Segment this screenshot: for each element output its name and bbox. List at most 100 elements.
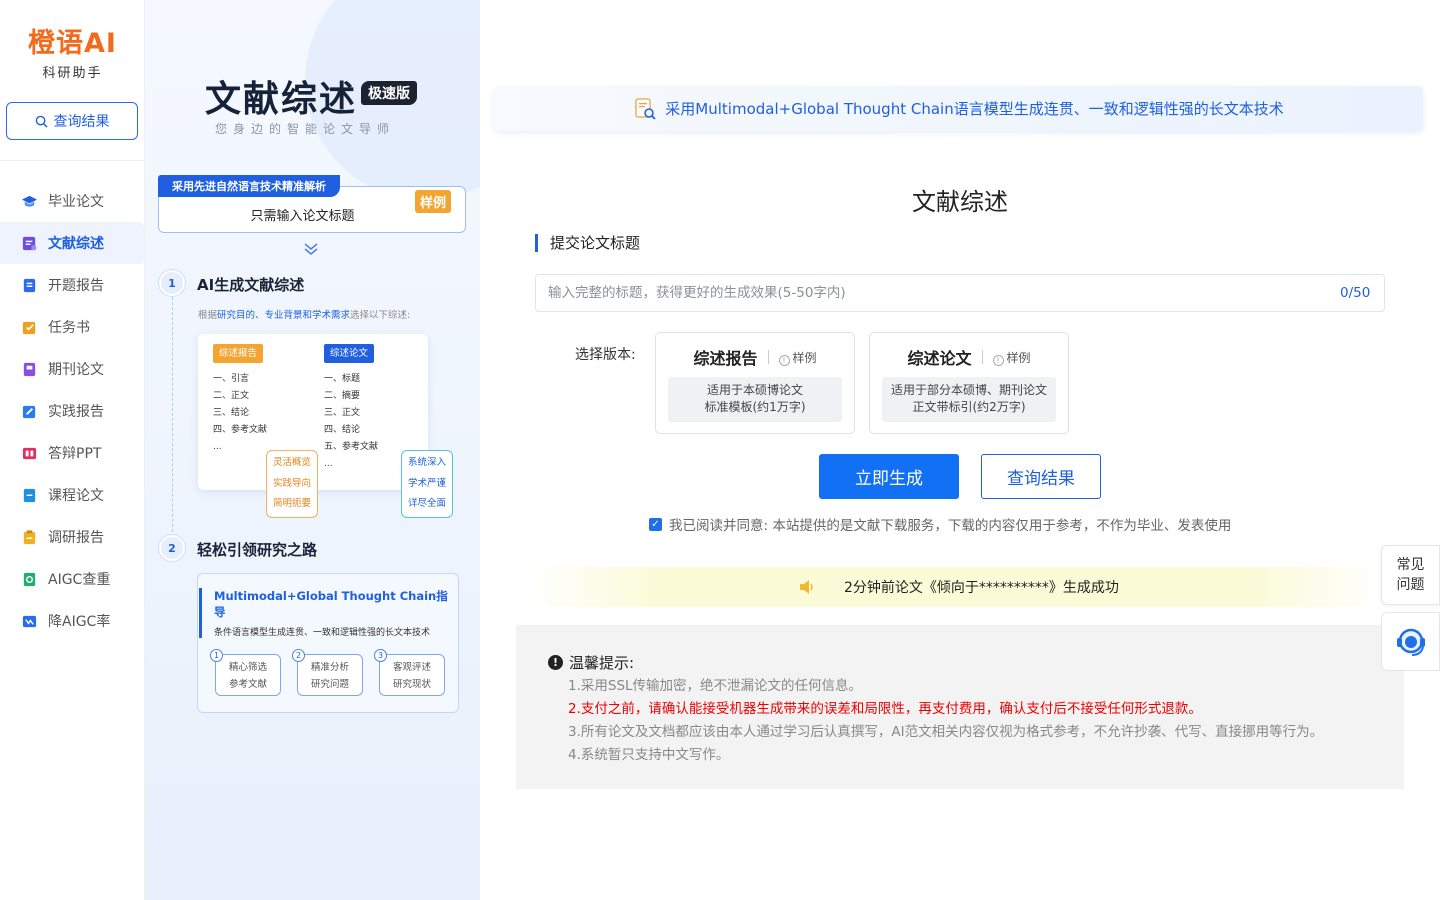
pill-number: 2 xyxy=(292,649,305,662)
step-2-card-subtitle: 条件语言模型生成连贯、一致和逻辑性强的长文本技术 xyxy=(214,628,431,638)
tip-item: 1.采用SSL传输加密，绝不泄漏论文的任何信息。 xyxy=(568,678,863,694)
document-search-icon xyxy=(635,97,656,120)
pill-line: 精心筛选 xyxy=(228,662,267,673)
sidebar-item-practice-report[interactable]: 实践报告 xyxy=(0,390,145,432)
tip-item-warning: 2.支付之前，请确认能接受机器生成带来的误差和局限性，再支付费用，确认支付后不接… xyxy=(568,701,1202,717)
sidebar-query-button[interactable]: 查询结果 xyxy=(6,102,138,140)
step-connector xyxy=(172,297,173,537)
pill-line: 精准分析 xyxy=(310,662,349,673)
sidebar-item-label: 调研报告 xyxy=(48,530,104,546)
version-desc: 适用于部分本硕博、期刊论文 正文带标引(约2万字) xyxy=(882,377,1056,422)
sidebar: 橙语AI 科研助手 查询结果 毕业论文 文献综述 开题报告 任务书 期刊论文 实… xyxy=(0,0,145,900)
sidebar-item-label: 文献综述 xyxy=(48,236,104,252)
task-icon xyxy=(22,321,36,334)
pill-line: 参考文献 xyxy=(228,679,267,690)
query-result-button[interactable]: 查询结果 xyxy=(981,454,1101,499)
step-1-title: AI生成文献综述 xyxy=(197,276,305,294)
version-desc: 适用于本硕博论文 标准模板(约1万字) xyxy=(668,377,842,422)
version-name: 综述论文 xyxy=(907,349,972,368)
title-input[interactable] xyxy=(535,274,1385,312)
sidebar-divider xyxy=(0,160,145,161)
step-2-title: 轻松引领研究之路 xyxy=(197,541,318,559)
step-2-pill: 1 精心筛选 参考文献 xyxy=(210,649,281,696)
promo-badge: 极速版 xyxy=(361,81,417,105)
feature-item: 学术严谨 xyxy=(408,477,447,489)
feature-item: 灵活概览 xyxy=(273,457,312,468)
info-icon: ! xyxy=(778,354,790,366)
banner-text: 采用Multimodal+Global Thought Chain语言模型生成连… xyxy=(665,100,1284,118)
feature-item: 实践导向 xyxy=(273,477,312,489)
ppt-icon xyxy=(22,447,37,459)
logo[interactable]: 橙语AI 科研助手 xyxy=(0,28,145,81)
step-2-card: Multimodal+Global Thought Chain指导 条件语言模型… xyxy=(197,573,459,713)
promo-panel: 文献综述 极速版 您身边的智能论文导师 采用先进自然语言技术精准解析 只需输入论… xyxy=(145,0,480,900)
sidebar-item-literature-review[interactable]: 文献综述 xyxy=(0,222,144,264)
right-features: 系统深入 学术严谨 详尽全面 xyxy=(401,450,454,518)
sidebar-item-survey-report[interactable]: 调研报告 xyxy=(0,516,145,558)
step-2-card-title: Multimodal+Global Thought Chain指导 xyxy=(214,589,448,619)
search-icon xyxy=(35,115,48,128)
version-card-paper[interactable]: 综述论文 ! 样例 适用于部分本硕博、期刊论文 正文带标引(约2万字) xyxy=(869,332,1069,434)
sidebar-item-journal-paper[interactable]: 期刊论文 xyxy=(0,348,145,390)
tips-panel: ! 温馨提示: 1.采用SSL传输加密，绝不泄漏论文的任何信息。 2.支付之前，… xyxy=(516,625,1404,789)
list-item: 四、参考文献 xyxy=(213,425,268,435)
step-2-badge: 2 xyxy=(159,535,185,561)
agreement-text: 我已阅读并同意: 本站提供的是文献下载服务，下载的内容仅用于参考，不作为毕业、发… xyxy=(669,518,1232,534)
generate-button[interactable]: 立即生成 xyxy=(819,454,959,499)
step-1-desc: 根据研究目的、专业背景和学术需求选择以下综述: xyxy=(198,310,411,321)
info-icon: ! xyxy=(992,354,1004,366)
pill-line: 客观评述 xyxy=(392,662,431,673)
version-sample-link[interactable]: ! 样例 xyxy=(992,349,1031,366)
sidebar-nav: 毕业论文 文献综述 开题报告 任务书 期刊论文 实践报告 答辩PPT 课程论文 xyxy=(0,180,145,642)
version-name: 综述报告 xyxy=(693,349,758,368)
outline-left-tag: 综述报告 xyxy=(213,344,264,363)
char-counter: 0/50 xyxy=(1340,285,1371,301)
pill-line: 研究问题 xyxy=(310,679,349,690)
course-icon xyxy=(23,488,36,502)
generation-notice: 2分钟前论文《倾向于**********》生成成功 xyxy=(530,567,1380,607)
faq-button[interactable]: 常见 问题 xyxy=(1381,545,1440,605)
sidebar-item-task-book[interactable]: 任务书 xyxy=(0,306,145,348)
tips-list: 1.采用SSL传输加密，绝不泄漏论文的任何信息。 2.支付之前，请确认能接受机器… xyxy=(568,675,1323,767)
step-1-badge: 1 xyxy=(159,270,185,296)
journal-icon xyxy=(23,362,36,376)
logo-tagline: 科研助手 xyxy=(42,66,103,81)
sidebar-item-aigc-reduce[interactable]: 降AIGC率 xyxy=(0,600,145,642)
survey-icon xyxy=(23,529,36,544)
notice-text: 2分钟前论文《倾向于**********》生成成功 xyxy=(844,580,1119,596)
agreement[interactable]: ✓ 我已阅读并同意: 本站提供的是文献下载服务，下载的内容仅用于参考，不作为毕业… xyxy=(649,514,1231,534)
chevron-down-icon xyxy=(304,243,318,255)
sidebar-item-label: 课程论文 xyxy=(48,488,104,504)
sidebar-item-proposal[interactable]: 开题报告 xyxy=(0,264,145,306)
sidebar-item-defense-ppt[interactable]: 答辩PPT xyxy=(0,432,145,474)
sidebar-item-course-paper[interactable]: 课程论文 xyxy=(0,474,145,516)
section-label: 提交论文标题 xyxy=(535,234,640,252)
version-sample-link[interactable]: ! 样例 xyxy=(778,349,817,366)
sidebar-item-label: 实践报告 xyxy=(48,404,104,420)
version-card-header: 综述报告 ! 样例 xyxy=(656,345,854,369)
agreement-checkbox[interactable]: ✓ xyxy=(649,517,662,531)
sidebar-query-label: 查询结果 xyxy=(53,114,110,130)
divider xyxy=(767,350,769,364)
tip-item: 4.系统暂只支持中文写作。 xyxy=(568,747,730,763)
report-icon xyxy=(23,278,36,292)
list-item: 三、正文 xyxy=(324,408,361,418)
tips-title: ! 温馨提示: xyxy=(548,652,634,673)
list-item: 二、摘要 xyxy=(324,391,361,401)
step-2-pill: 2 精准分析 研究问题 xyxy=(292,649,363,696)
version-card-header: 综述论文 ! 样例 xyxy=(870,345,1068,369)
tech-banner: 采用Multimodal+Global Thought Chain语言模型生成连… xyxy=(494,86,1423,131)
list-item: 一、标题 xyxy=(324,374,361,384)
sidebar-item-label: 开题报告 xyxy=(48,278,104,294)
list-item: 三、结论 xyxy=(213,408,250,418)
promo-title: 文献综述 xyxy=(205,78,358,120)
logo-name: 橙语AI xyxy=(28,28,117,59)
sidebar-item-label: 降AIGC率 xyxy=(48,614,111,630)
feature-item: 系统深入 xyxy=(408,457,447,468)
version-card-report[interactable]: 综述报告 ! 样例 适用于本硕博论文 标准模板(约1万字) xyxy=(655,332,855,434)
sidebar-item-label: 答辩PPT xyxy=(48,446,102,462)
sidebar-item-label: AIGC查重 xyxy=(48,572,111,588)
sidebar-item-aigc-check[interactable]: AIGC查重 xyxy=(0,558,145,600)
pill-line: 研究现状 xyxy=(392,679,431,690)
customer-service-button[interactable] xyxy=(1381,612,1440,671)
